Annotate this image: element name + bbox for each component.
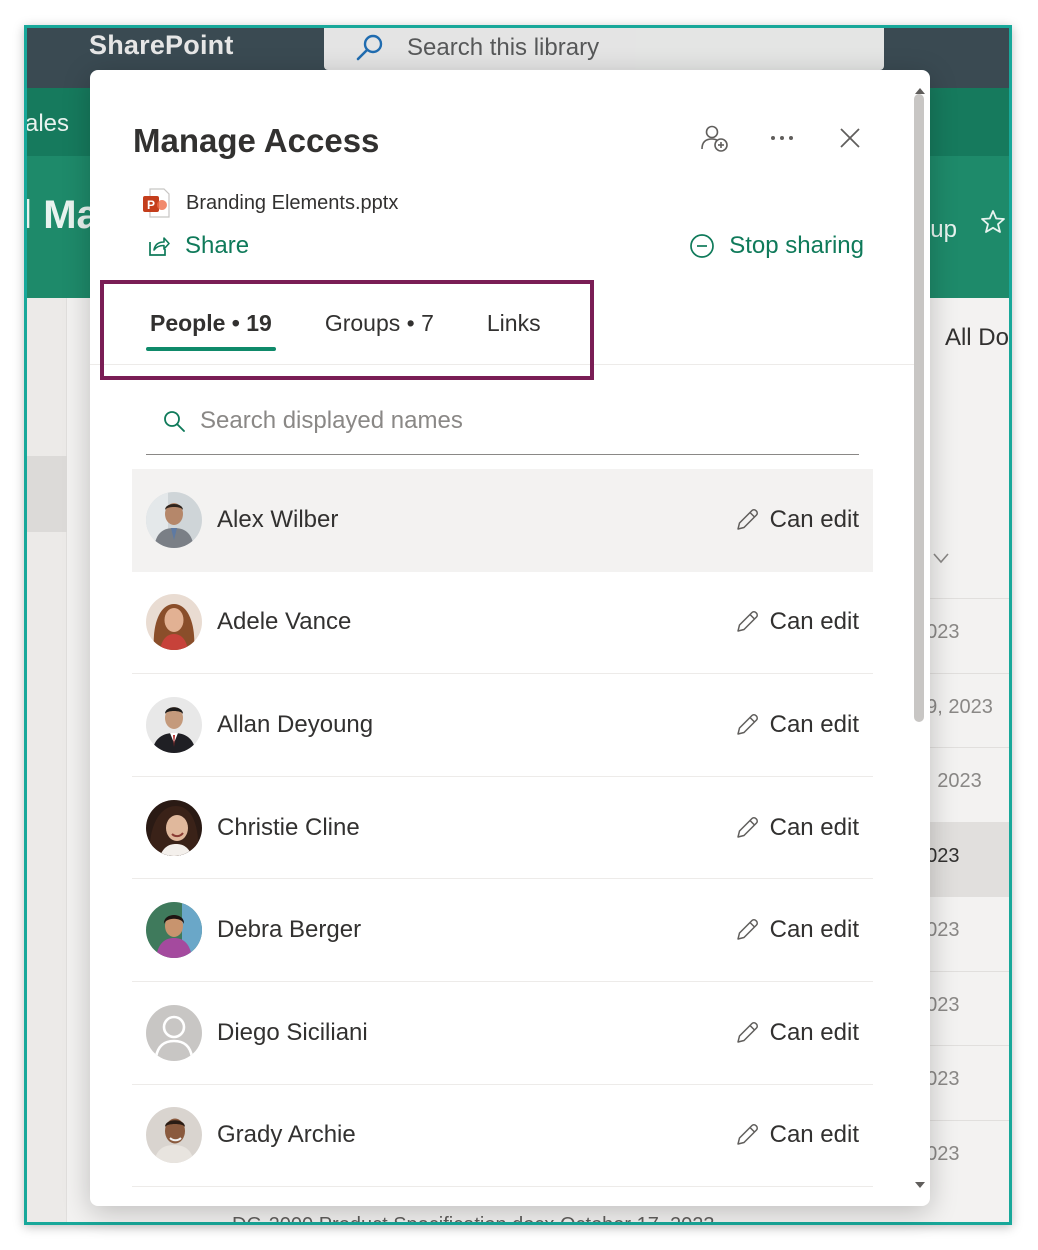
pencil-icon bbox=[736, 611, 758, 633]
site-title: l Ma bbox=[24, 193, 99, 237]
person-row[interactable]: Debra Berger Can edit bbox=[132, 879, 873, 982]
library-search-placeholder: Search this library bbox=[407, 34, 600, 61]
close-icon bbox=[840, 128, 860, 148]
close-button[interactable] bbox=[834, 122, 866, 154]
tab-divider bbox=[90, 364, 914, 365]
permission-label: Can edit bbox=[769, 1121, 859, 1149]
tab-links[interactable]: Links bbox=[483, 308, 545, 351]
person-row[interactable]: Alex Wilber Can edit bbox=[132, 469, 873, 572]
pencil-icon bbox=[736, 1124, 758, 1146]
share-label: Share bbox=[185, 232, 250, 259]
avatar bbox=[146, 799, 202, 856]
dialog-actions bbox=[698, 122, 866, 154]
person-row[interactable]: Diego Siciliani Can edit bbox=[132, 982, 873, 1085]
add-person-icon bbox=[701, 125, 728, 152]
permission-label: Can edit bbox=[769, 1018, 859, 1046]
avatar bbox=[146, 1004, 202, 1061]
stop-sharing-button[interactable]: Stop sharing bbox=[689, 232, 864, 260]
tab-people[interactable]: People • 19 bbox=[146, 308, 276, 351]
person-row[interactable]: Adele Vance Can edit bbox=[132, 572, 873, 675]
pencil-icon bbox=[736, 816, 758, 838]
dialog-title: Manage Access bbox=[133, 122, 380, 159]
permission-dropdown[interactable]: Can edit bbox=[734, 777, 859, 879]
avatar bbox=[146, 1107, 202, 1164]
person-row[interactable]: Christie Cline Can edit bbox=[132, 777, 873, 880]
search-icon bbox=[356, 34, 383, 61]
person-row[interactable]: Grady Archie Can edit bbox=[132, 1085, 873, 1188]
library-search-box[interactable]: Search this library bbox=[324, 28, 884, 70]
manage-access-dialog: Manage Access P Branding Elements.pptx S… bbox=[90, 70, 930, 1206]
permission-dropdown[interactable]: Can edit bbox=[734, 674, 859, 776]
avatar bbox=[146, 594, 202, 651]
avatar bbox=[146, 696, 202, 753]
access-tabs: People • 19 Groups • 7 Links bbox=[146, 308, 545, 351]
permission-dropdown[interactable]: Can edit bbox=[734, 1085, 859, 1187]
more-icon bbox=[771, 136, 793, 140]
file-info: P Branding Elements.pptx bbox=[142, 188, 398, 218]
site-follow-fragment[interactable]: up bbox=[930, 216, 957, 244]
sharepoint-brand[interactable]: SharePoint bbox=[89, 30, 234, 61]
pencil-icon bbox=[736, 713, 758, 735]
permission-dropdown[interactable]: Can edit bbox=[734, 982, 859, 1084]
share-button[interactable]: Share bbox=[147, 232, 249, 260]
left-nav-selected-item[interactable] bbox=[27, 456, 67, 532]
permission-label: Can edit bbox=[769, 710, 859, 738]
tab-groups[interactable]: Groups • 7 bbox=[321, 308, 438, 351]
pencil-icon bbox=[736, 919, 758, 940]
person-name: Grady Archie bbox=[217, 1121, 356, 1149]
scroll-up-arrow[interactable] bbox=[915, 88, 925, 94]
chevron-down-icon[interactable] bbox=[931, 548, 951, 568]
hub-nav-item[interactable]: ales bbox=[27, 110, 69, 138]
file-name: Branding Elements.pptx bbox=[186, 191, 399, 214]
view-selector[interactable]: All Do bbox=[945, 324, 1009, 352]
permission-dropdown[interactable]: Can edit bbox=[734, 879, 859, 981]
dialog-scrollbar[interactable] bbox=[914, 88, 926, 1188]
file-icon-letter: P bbox=[147, 198, 155, 212]
scroll-down-arrow[interactable] bbox=[915, 1182, 925, 1188]
default-person-icon bbox=[146, 1004, 202, 1061]
people-list: Alex Wilber Can edit Adele Vance Can edi… bbox=[132, 469, 873, 1188]
more-options-button[interactable] bbox=[766, 122, 798, 154]
permission-label: Can edit bbox=[769, 813, 859, 841]
scroll-thumb[interactable] bbox=[914, 94, 924, 722]
person-row[interactable]: Allan Deyoung Can edit bbox=[132, 674, 873, 777]
add-people-button[interactable] bbox=[698, 122, 730, 154]
powerpoint-file-icon: P bbox=[143, 188, 170, 218]
star-icon[interactable] bbox=[979, 208, 1007, 236]
person-name: Diego Siciliani bbox=[217, 1018, 368, 1046]
people-search bbox=[146, 388, 859, 455]
permission-label: Can edit bbox=[769, 916, 859, 944]
left-navigation bbox=[27, 298, 67, 1222]
share-icon bbox=[149, 237, 170, 256]
stop-sharing-label: Stop sharing bbox=[729, 232, 864, 259]
permission-dropdown[interactable]: Can edit bbox=[734, 572, 859, 674]
avatar bbox=[146, 902, 202, 959]
pencil-icon bbox=[736, 508, 758, 530]
person-name: Christie Cline bbox=[217, 813, 360, 841]
person-name: Adele Vance bbox=[217, 608, 352, 636]
person-name: Allan Deyoung bbox=[217, 710, 374, 738]
person-name: Debra Berger bbox=[217, 916, 362, 944]
stop-icon bbox=[690, 234, 715, 258]
pencil-icon bbox=[736, 1021, 758, 1043]
person-name: Alex Wilber bbox=[217, 505, 339, 533]
permission-dropdown[interactable]: Can edit bbox=[734, 469, 859, 571]
permission-label: Can edit bbox=[769, 608, 859, 636]
library-row-partial[interactable]: DG-2000 Product Specification.docx Octob… bbox=[232, 1214, 715, 1222]
search-displayed-names-input[interactable] bbox=[200, 407, 840, 435]
avatar bbox=[146, 491, 202, 548]
permission-label: Can edit bbox=[769, 505, 859, 533]
search-icon bbox=[164, 411, 185, 432]
